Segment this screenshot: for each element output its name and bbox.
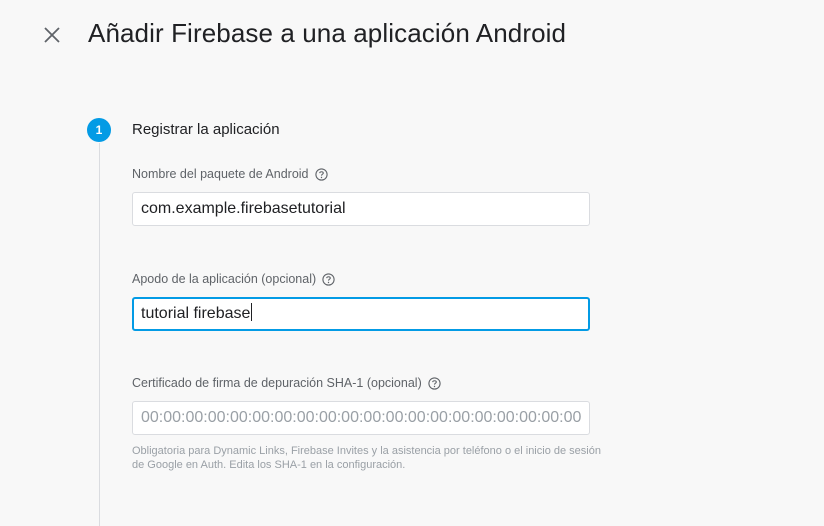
help-icon[interactable] (314, 167, 328, 181)
package-name-label: Nombre del paquete de Android (132, 167, 328, 181)
sha1-label: Certificado de firma de depuración SHA-1… (132, 376, 441, 390)
text-caret (251, 303, 253, 321)
help-icon[interactable] (322, 272, 335, 286)
dialog-title: Añadir Firebase a una aplicación Android (88, 18, 567, 48)
sha1-field[interactable]: 00:00:00:00:00:00:00:00:00:00:00:00:00:0… (132, 401, 590, 435)
sha1-label-text: Certificado de firma de depuración SHA-1… (132, 376, 422, 390)
app-nickname-value: tutorial firebase (141, 305, 251, 322)
step-title: Registrar la aplicación (132, 121, 280, 138)
package-name-value: com.example.firebasetutorial (141, 200, 346, 217)
app-nickname-label-text: Apodo de la aplicación (opcional) (132, 272, 317, 286)
sha1-hint-text: Obligatoria para Dynamic Links, Firebase… (132, 445, 601, 471)
step-number-badge: 1 (87, 118, 111, 142)
close-icon[interactable] (40, 23, 64, 47)
app-nickname-label: Apodo de la aplicación (opcional) (132, 272, 335, 286)
step-connector-line (99, 143, 100, 526)
package-name-label-text: Nombre del paquete de Android (132, 167, 309, 181)
package-name-field[interactable]: com.example.firebasetutorial (132, 192, 590, 226)
sha1-placeholder: 00:00:00:00:00:00:00:00:00:00:00:00:00:0… (141, 409, 582, 426)
app-nickname-field[interactable]: tutorial firebase (132, 297, 590, 331)
help-icon[interactable] (428, 376, 441, 390)
add-firebase-android-dialog: Añadir Firebase a una aplicación Android… (0, 0, 824, 526)
